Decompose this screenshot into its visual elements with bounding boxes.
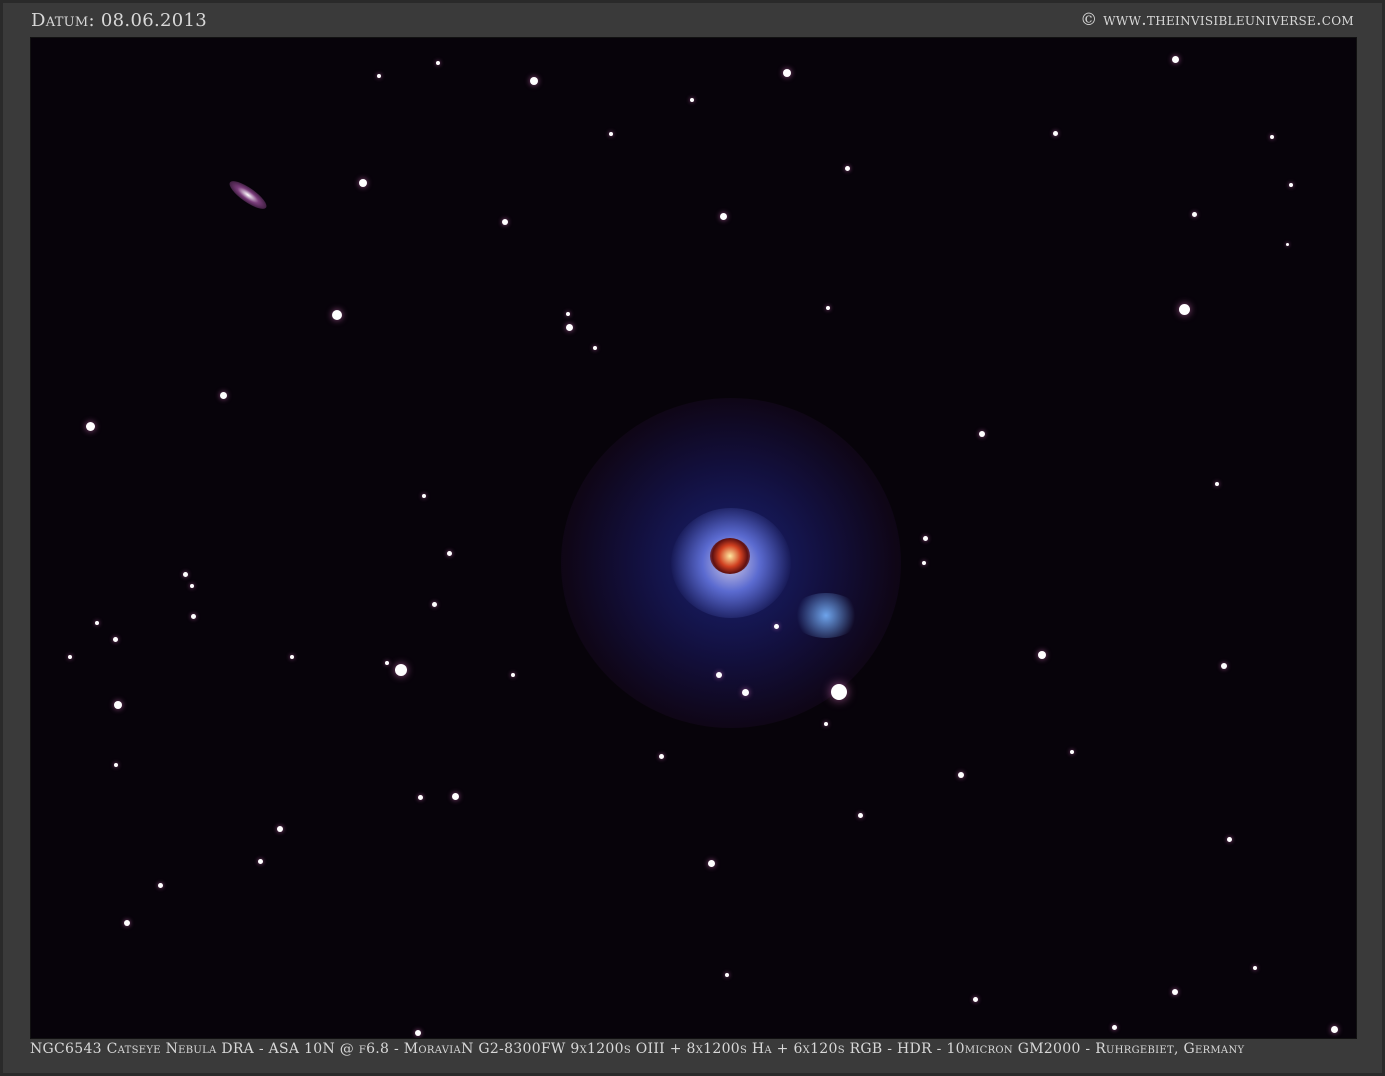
star (446, 550, 452, 556)
star (1221, 663, 1227, 669)
star (658, 753, 664, 759)
star (707, 859, 715, 867)
star (922, 535, 928, 541)
star (1038, 651, 1046, 659)
star (422, 494, 426, 498)
star (844, 165, 850, 171)
star (1171, 55, 1179, 63)
star (415, 1030, 421, 1036)
copyright-link[interactable]: © www.theinvisibleuniverse.com (1080, 10, 1354, 30)
star (979, 431, 985, 437)
astrophoto (30, 37, 1357, 1039)
star (190, 584, 194, 588)
star (277, 826, 283, 832)
star (831, 684, 847, 700)
star (502, 219, 508, 225)
star (417, 794, 423, 800)
star (725, 973, 729, 977)
star (1270, 135, 1274, 139)
star (530, 77, 538, 85)
star (1289, 183, 1293, 187)
nebula-blue-knot (791, 593, 861, 638)
star (716, 672, 722, 678)
star (565, 323, 573, 331)
star (719, 212, 727, 220)
star (436, 61, 440, 65)
star (922, 561, 926, 565)
star (431, 601, 437, 607)
star (1172, 989, 1178, 995)
star (824, 722, 828, 726)
star (377, 74, 381, 78)
star (857, 812, 863, 818)
star (290, 655, 294, 659)
star (157, 882, 163, 888)
star (511, 673, 515, 677)
star (1226, 836, 1232, 842)
star (1191, 211, 1197, 217)
star (114, 701, 122, 709)
star (690, 98, 694, 102)
star (190, 613, 196, 619)
star (395, 664, 407, 676)
star (783, 69, 791, 77)
star (1052, 130, 1058, 136)
star (972, 996, 978, 1002)
star (1330, 1025, 1338, 1033)
star (958, 772, 964, 778)
star (1111, 1024, 1117, 1030)
star (609, 132, 613, 136)
nebula-core (710, 538, 750, 574)
star (1178, 303, 1190, 315)
star (826, 306, 830, 310)
galaxy (225, 176, 271, 214)
date-label: Datum: 08.06.2013 (31, 10, 207, 31)
star (1285, 242, 1289, 246)
star (451, 792, 459, 800)
star (257, 858, 263, 864)
star (359, 179, 367, 187)
star (95, 621, 99, 625)
star (1253, 966, 1257, 970)
star (773, 623, 779, 629)
star (114, 763, 118, 767)
star (1070, 750, 1074, 754)
star (385, 661, 389, 665)
star (68, 655, 72, 659)
star (566, 312, 570, 316)
star (182, 571, 188, 577)
star (332, 310, 342, 320)
star (112, 636, 118, 642)
star (124, 920, 130, 926)
star (219, 391, 227, 399)
star (1215, 482, 1219, 486)
star (741, 688, 749, 696)
star (85, 421, 95, 431)
star (593, 346, 597, 350)
image-caption: NGC6543 Catseye Nebula DRA - ASA 10N @ f… (30, 1041, 1245, 1057)
